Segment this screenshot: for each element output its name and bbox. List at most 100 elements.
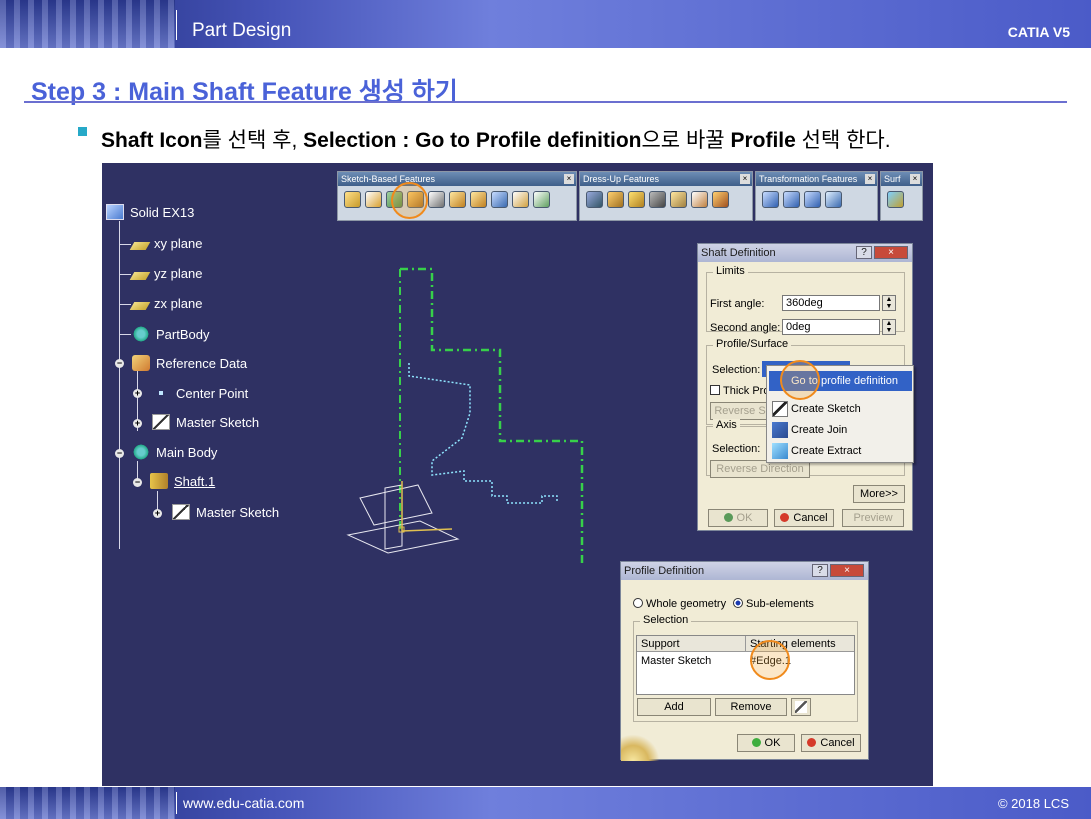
menu-item-go-to-profile[interactable]: Go to profile definition [769,371,912,391]
pocket-icon[interactable] [365,191,382,208]
menu-label: Create Sketch [791,403,861,415]
selection-context-menu: Go to profile definition Create Sketch C… [766,365,914,463]
remove-loft-icon[interactable] [533,191,550,208]
close-icon[interactable]: × [910,174,920,184]
second-angle-spinner[interactable]: ▲ ▼ [882,319,896,335]
group-label: Selection [640,614,692,626]
instruction-text: Shaft Icon를 선택 후, Selection : Go to Prof… [101,124,891,154]
collapse-toggle[interactable]: − [115,359,124,368]
pad-icon[interactable] [344,191,361,208]
first-angle-input[interactable]: 360deg [782,295,880,311]
split-icon[interactable] [887,191,904,208]
profile-ok-button[interactable]: OK [737,734,795,752]
toolbar-buttons [580,186,752,213]
tree-item-center-point[interactable]: Center Point [152,385,248,401]
add-button[interactable]: Add [637,698,711,716]
more-button[interactable]: More>> [853,485,905,503]
sketch-edit-button[interactable] [791,698,811,716]
shell-icon[interactable] [649,191,666,208]
toolbar-title: Dress-Up Features × [580,172,752,186]
toolbar-transformation-features: Transformation Features × [755,171,878,221]
slide: Part Design CATIA V5 Step 3 : Main Shaft… [0,0,1091,819]
remove-button[interactable]: Remove [715,698,787,716]
pencil-icon [795,701,807,713]
tree-item-master-sketch[interactable]: Master Sketch [152,414,259,430]
selection-label: Selection: [712,364,761,376]
thick-checkbox[interactable]: Thick Pro [710,385,769,397]
close-icon[interactable]: × [874,246,908,259]
help-icon[interactable]: ? [856,246,872,259]
scaling-icon[interactable] [825,191,842,208]
expand-toggle[interactable]: + [133,389,142,398]
group-label: Axis [713,419,740,431]
menu-item-create-extract[interactable]: Create Extract [769,441,912,461]
expand-toggle[interactable]: + [133,419,142,428]
loft-icon[interactable] [512,191,529,208]
translation-icon[interactable] [762,191,779,208]
tree-item-root[interactable]: Solid EX13 [106,204,194,220]
thread-icon[interactable] [691,191,708,208]
groove-icon[interactable] [407,191,424,208]
selection-table[interactable]: Support Starting elements Master Sketch … [636,635,855,695]
toolbar-buttons [756,186,877,213]
second-angle-input[interactable]: 0deg [782,319,880,335]
column-header-support: Support [641,638,680,650]
table-cell-starting[interactable]: #Edge.1 [750,655,791,667]
close-icon[interactable]: × [740,174,750,184]
tree-item-shaft[interactable]: Shaft.1 [150,473,215,489]
slot-icon[interactable] [470,191,487,208]
whole-geometry-radio[interactable]: Whole geometry [633,598,726,610]
hole-icon[interactable] [428,191,445,208]
mirror-icon[interactable] [783,191,800,208]
preview-button[interactable]: Preview [842,509,904,527]
tree-item-main-body[interactable]: Main Body [132,444,217,460]
pattern-icon[interactable] [804,191,821,208]
draft-icon[interactable] [628,191,645,208]
fillet-icon[interactable] [586,191,603,208]
rib-icon[interactable] [449,191,466,208]
footer-url[interactable]: www.edu-catia.com [183,795,304,811]
tree-label: PartBody [156,326,210,342]
help-icon[interactable]: ? [812,564,828,577]
tree-item-yz-plane[interactable]: yz plane [129,266,203,281]
collapse-toggle[interactable]: − [115,449,124,458]
tree-item-partbody[interactable]: PartBody [132,326,209,342]
first-angle-spinner[interactable]: ▲ ▼ [882,295,896,311]
menu-item-create-sketch[interactable]: Create Sketch [769,399,912,419]
ok-button[interactable]: OK [708,509,768,527]
close-icon[interactable]: × [564,174,574,184]
expand-toggle[interactable]: + [153,509,162,518]
tree-label: Master Sketch [196,504,280,520]
column-divider [745,636,746,652]
body-gear-icon [132,326,150,342]
shaft-tool-icon[interactable] [386,191,403,208]
reverse-side-button[interactable]: Reverse S [710,402,770,420]
catia-viewport[interactable]: Solid EX13 xy plane yz plane zx plane Pa… [102,163,933,786]
close-icon[interactable]: × [865,174,875,184]
tree-item-zx-plane[interactable]: zx plane [129,296,202,311]
sub-elements-radio[interactable]: Sub-elements [733,598,814,610]
cancel-icon [780,513,790,522]
menu-item-create-join[interactable]: Create Join [769,420,912,440]
slide-footer-bar: www.edu-catia.com © 2018 LCS [0,787,1091,819]
thickness-icon[interactable] [670,191,687,208]
toolbar-surface: Surf × [880,171,923,221]
toolbar-label: Transformation Features [759,174,858,184]
chamfer-icon[interactable] [607,191,624,208]
sketch-icon [772,401,788,417]
menu-label: Create Join [791,424,848,436]
remove-face-icon[interactable] [712,191,729,208]
cancel-button[interactable]: Cancel [774,509,834,527]
tree-item-reference-data[interactable]: Reference Data [132,355,247,371]
profile-cancel-button[interactable]: Cancel [801,734,861,752]
table-cell-support[interactable]: Master Sketch [641,655,711,667]
stiffener-icon[interactable] [491,191,508,208]
thick-label: Thick Pro [723,385,770,397]
close-icon[interactable]: × [830,564,864,577]
tree-item-master-sketch-2[interactable]: Master Sketch [172,504,279,520]
collapse-toggle[interactable]: − [133,478,142,487]
join-icon [772,422,788,438]
toolbar-title: Transformation Features × [756,172,877,186]
tree-item-xy-plane[interactable]: xy plane [129,236,202,251]
tree-label: yz plane [154,266,203,281]
